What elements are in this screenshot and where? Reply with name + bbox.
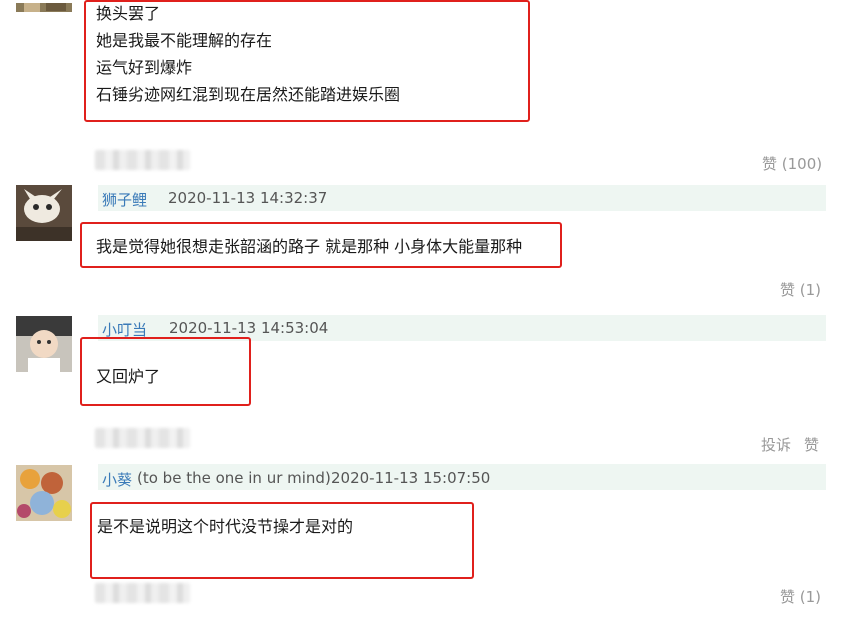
report-button-2[interactable]: 投诉 [761, 434, 791, 455]
comment-3-text: 是不是说明这个时代没节操才是对的 [97, 517, 354, 536]
like-button-0[interactable]: 赞 (100) [762, 153, 822, 174]
avatar-image [16, 316, 72, 372]
like-button-3[interactable]: 赞 (1) [780, 586, 821, 607]
timestamp-comment-3: 2020-11-13 15:07:50 [331, 469, 491, 487]
avatar-comment-2[interactable] [16, 316, 72, 372]
avatar-comment-1[interactable] [16, 185, 72, 241]
blurred-reply-2 [95, 428, 190, 448]
like-button-1[interactable]: 赞 (1) [780, 279, 821, 300]
comment-0-line-4: 石锤劣迹网红混到现在居然还能踏进娱乐圈 [96, 85, 401, 104]
comment-2-text: 又回炉了 [96, 367, 161, 386]
comment-0-line-2: 她是我最不能理解的存在 [96, 31, 273, 50]
comment-0-line-3: 运气好到爆炸 [96, 58, 193, 77]
username-comment-3[interactable]: 小葵 [102, 469, 132, 490]
timestamp-comment-1: 2020-11-13 14:32:37 [168, 189, 328, 207]
avatar-top[interactable] [16, 0, 72, 12]
comment-0-line-1: 换头罢了 [96, 4, 161, 23]
avatar-comment-3[interactable] [16, 465, 72, 521]
avatar-image [16, 185, 72, 241]
comment-1-text: 我是觉得她很想走张韶涵的路子 就是那种 小身体大能量那种 [96, 237, 523, 256]
avatar-image [16, 465, 72, 521]
username-comment-1[interactable]: 狮子鲤 [102, 189, 147, 210]
avatar-image [16, 3, 72, 12]
user-note-comment-3: (to be the one in ur mind) [137, 469, 331, 487]
blurred-reply-0 [95, 150, 190, 170]
timestamp-comment-2: 2020-11-13 14:53:04 [169, 319, 329, 337]
blurred-reply-3 [95, 583, 190, 603]
like-button-2[interactable]: 赞 [804, 434, 819, 455]
